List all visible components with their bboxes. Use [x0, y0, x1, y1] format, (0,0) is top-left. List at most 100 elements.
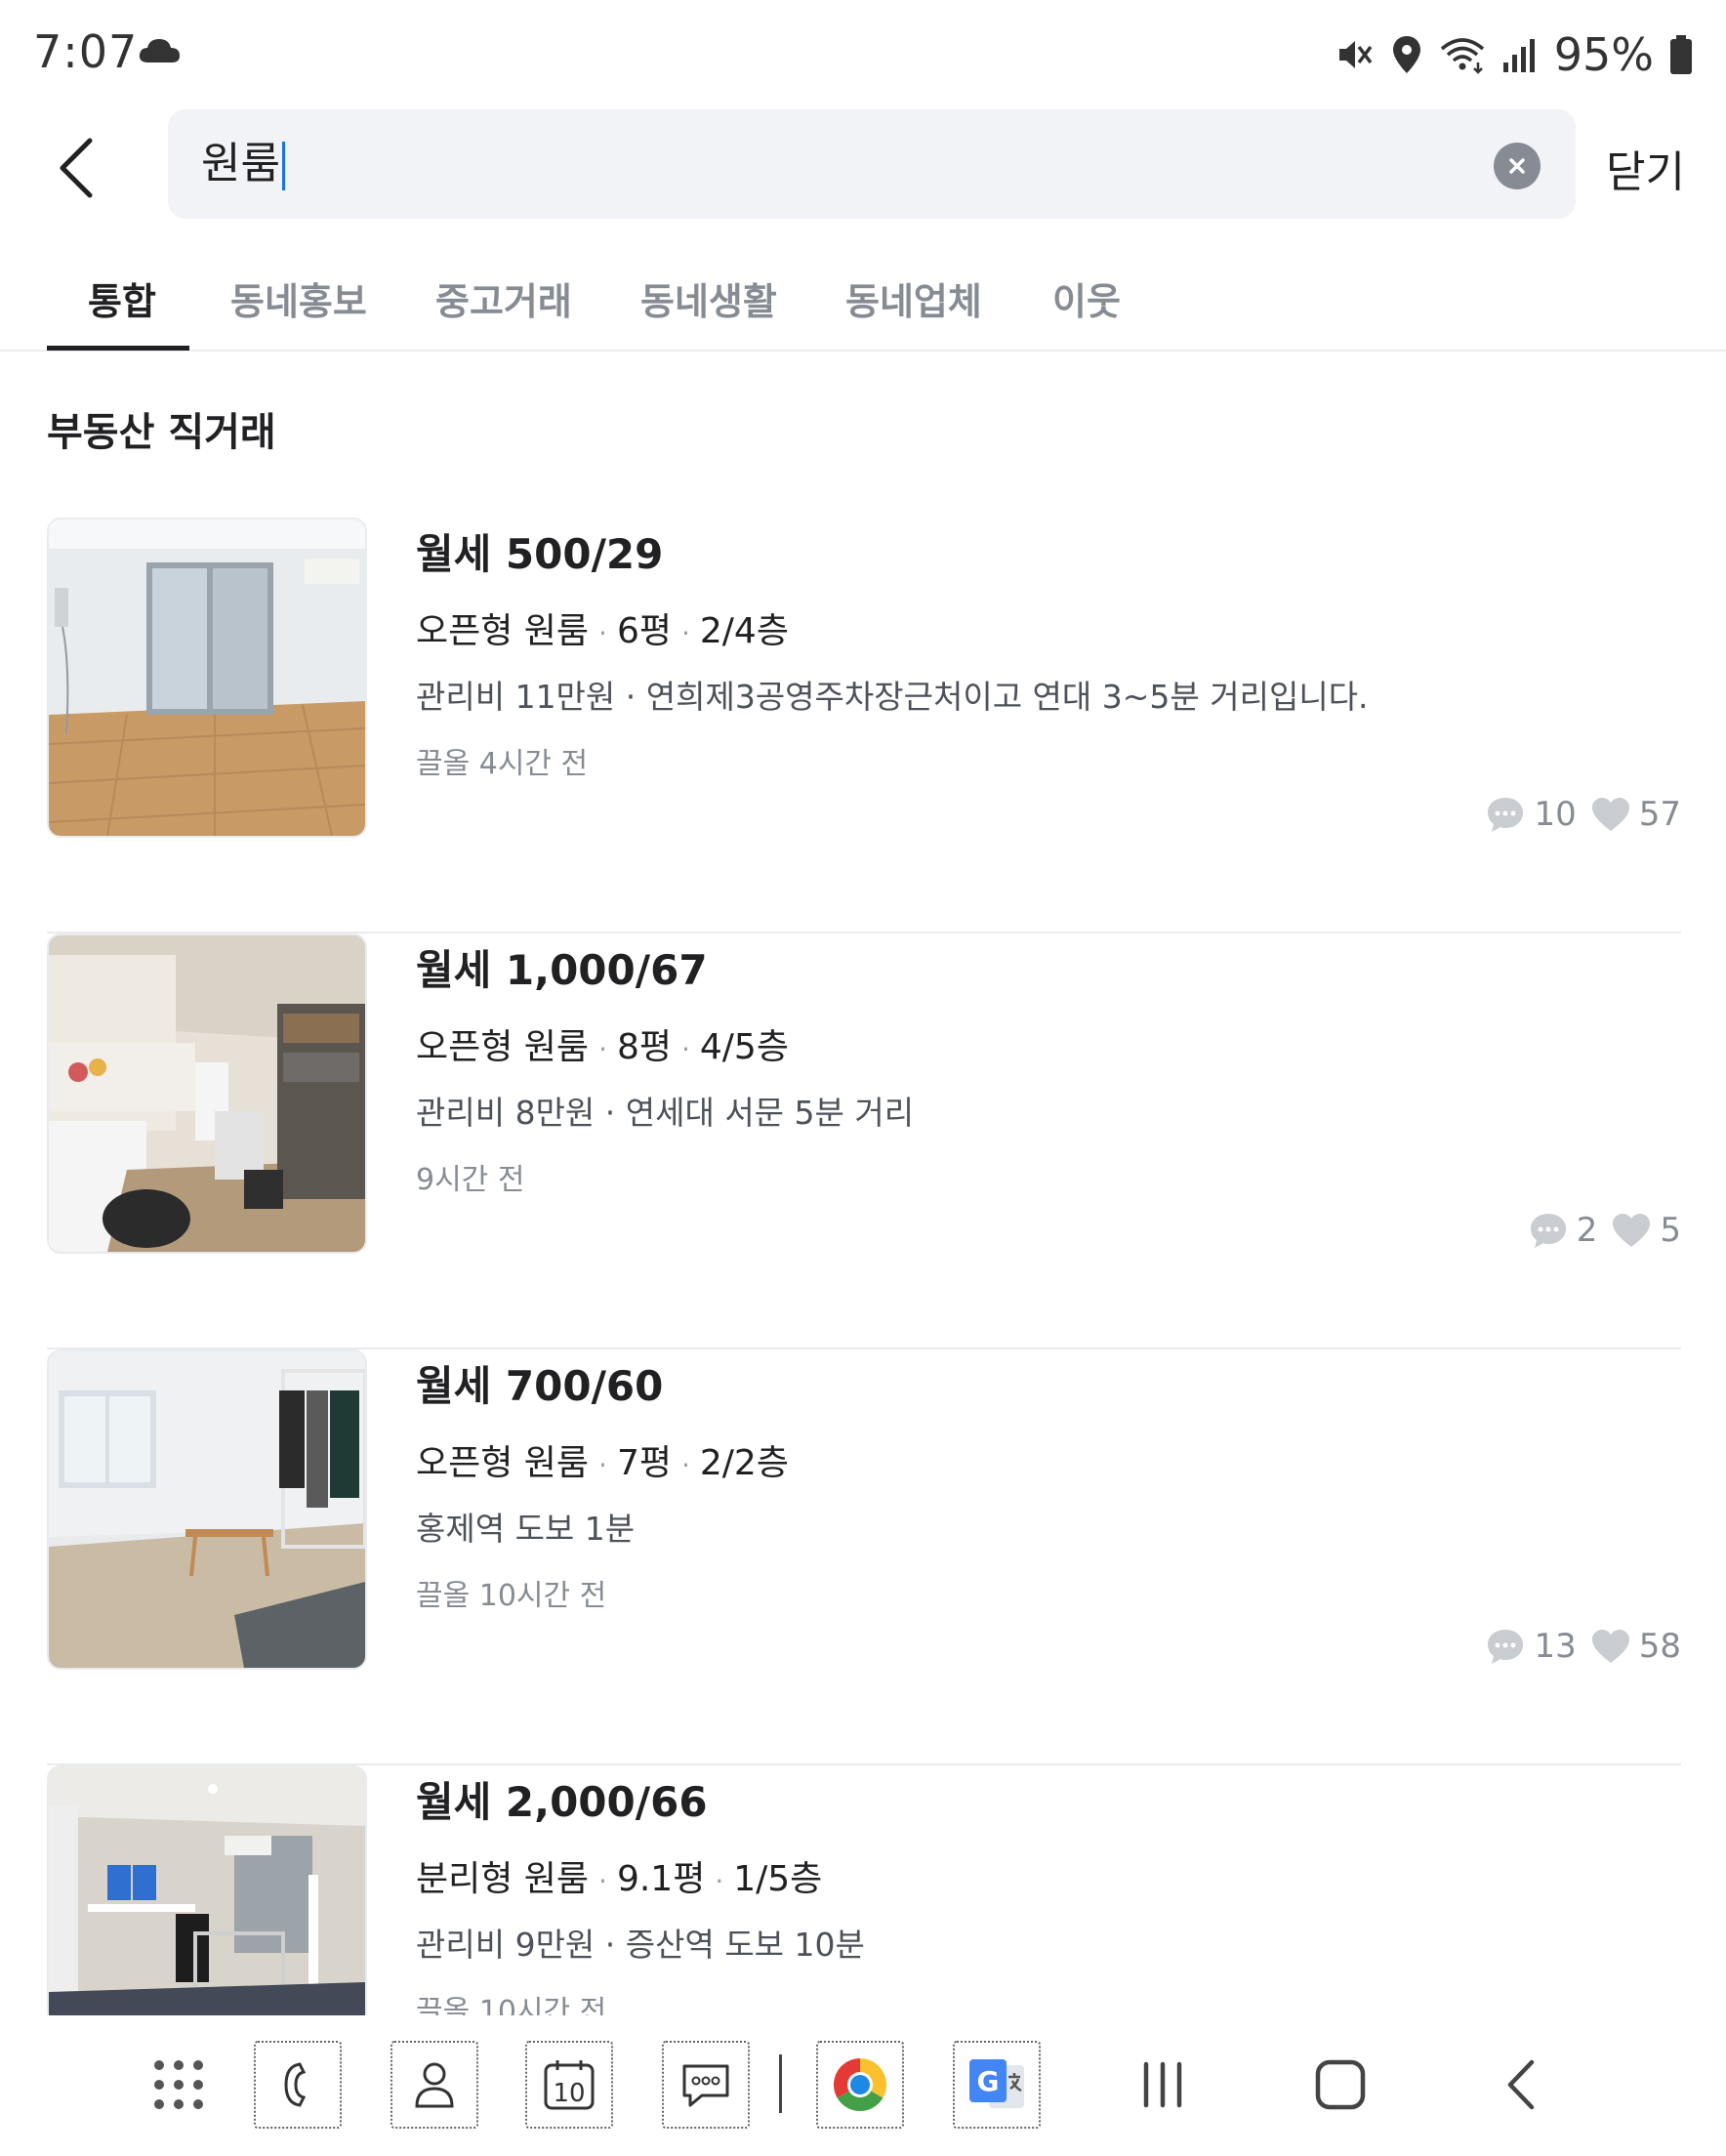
room-floor: 4/5층 — [699, 1027, 789, 1067]
listing-description: 관리비 9만원 · 증산역 도보 10분 — [416, 1926, 865, 1964]
mute-icon — [1338, 41, 1373, 68]
nav-back-button[interactable] — [1476, 2041, 1564, 2129]
chrome-app-button[interactable] — [816, 2041, 904, 2129]
bottom-navigation-bar: 10 G — [0, 2015, 1726, 2156]
listing-time: 끌올 4시간 전 — [416, 747, 589, 781]
room-type: 오픈형 원룸 — [416, 1027, 590, 1067]
contacts-app-button[interactable] — [390, 2041, 478, 2129]
contacts-icon — [415, 2062, 454, 2108]
listing-photo — [47, 1765, 367, 2015]
listing-stats: 10 57 — [1485, 795, 1681, 834]
heart-icon — [1591, 798, 1629, 831]
listing-description: 관리비 11만원 · 연희제3공영주차장근처이고 연대 3~5분 거리입니다. — [416, 678, 1369, 716]
listing-info: 월세 500/29 오픈형 원룸 · 6평 · 2/4층 관리비 11만원 · 연희제3… — [416, 518, 1369, 782]
listing-meta: 오픈형 원룸 · 6평 · 2/4층 — [416, 611, 789, 651]
cloud-icon — [139, 39, 180, 62]
room-size: 8평 — [616, 1027, 672, 1067]
section-title: 부동산 직거래 — [47, 410, 276, 455]
listing-price: 월세 700/60 — [416, 1362, 664, 1410]
messages-icon — [682, 2064, 729, 2107]
like-count: 58 — [1638, 1627, 1681, 1666]
listing-meta: 오픈형 원룸 · 8평 · 4/5층 — [416, 1027, 789, 1067]
listing-meta: 분리형 원룸 · 9.1평 · 1/5층 — [416, 1859, 823, 1899]
search-tabs: 통합 동네홍보 중고거래 동네생활 동네업체 이웃 — [0, 256, 1726, 352]
back-nav-icon — [1507, 2059, 1535, 2110]
listing-item[interactable]: 월세 1,000/67 오픈형 원룸 · 8평 · 4/5층 관리비 8만원 · 연세대… — [47, 933, 1681, 1349]
chevron-left-icon — [60, 138, 93, 198]
room-size: 9.1평 — [616, 1859, 706, 1899]
back-button[interactable] — [47, 129, 105, 207]
listing-info: 월세 2,000/66 분리형 원룸 · 9.1평 · 1/5층 관리비 9만원 · 증… — [416, 1765, 865, 2015]
status-time: 7:07 — [33, 25, 139, 78]
apps-grid-icon — [154, 2060, 203, 2109]
dock-divider — [779, 2054, 782, 2113]
chrome-icon — [833, 2058, 887, 2112]
text-caret — [281, 142, 285, 190]
like-count: 57 — [1638, 795, 1681, 834]
translate-app-button[interactable]: G — [953, 2041, 1041, 2129]
location-icon — [1392, 36, 1420, 73]
heart-icon — [1613, 1214, 1651, 1247]
tab-local-promo[interactable]: 동네홍보 — [230, 271, 367, 325]
search-header: 원룸 닫기 — [0, 107, 1726, 229]
listing-description: 홍제역 도보 1분 — [416, 1510, 636, 1548]
svg-text:G: G — [977, 2065, 1000, 2097]
room-size: 7평 — [616, 1443, 672, 1483]
tab-local-business[interactable]: 동네업체 — [845, 271, 982, 325]
listing-time: 9시간 전 — [416, 1163, 525, 1197]
search-value: 원룸 — [201, 139, 280, 188]
clear-search-button[interactable] — [1494, 143, 1541, 189]
listing-info: 월세 1,000/67 오픈형 원룸 · 8평 · 4/5층 관리비 8만원 · 연세대… — [416, 933, 914, 1198]
tab-all[interactable]: 통합 — [88, 271, 156, 325]
listing-price: 월세 500/29 — [416, 530, 664, 578]
listing-info: 월세 700/60 오픈형 원룸 · 7평 · 2/2층 홍제역 도보 1분 끌올 10… — [416, 1349, 789, 1614]
calendar-app-button[interactable]: 10 — [525, 2041, 613, 2129]
like-count: 5 — [1660, 1211, 1681, 1250]
status-icons: 95% — [1336, 27, 1693, 82]
battery-icon — [1670, 35, 1692, 74]
search-input[interactable]: 원룸 — [201, 109, 285, 219]
phone-app-button[interactable] — [254, 2041, 342, 2129]
tab-local-life[interactable]: 동네생활 — [640, 271, 777, 325]
listing-stats: 2 5 — [1528, 1211, 1681, 1250]
chat-bubble-icon — [1530, 1214, 1566, 1248]
tab-used-trade[interactable]: 중고거래 — [435, 271, 572, 325]
home-button[interactable] — [1296, 2041, 1384, 2129]
wifi-icon — [1440, 38, 1484, 74]
listing-price: 월세 1,000/67 — [416, 946, 708, 994]
room-floor: 2/4층 — [699, 611, 789, 651]
listing-photo — [47, 518, 367, 838]
comment-count: 2 — [1576, 1211, 1598, 1250]
home-icon — [1315, 2059, 1366, 2110]
room-type: 오픈형 원룸 — [416, 1443, 590, 1483]
close-search-button[interactable]: 닫기 — [1606, 137, 1685, 199]
room-type: 오픈형 원룸 — [416, 611, 590, 651]
room-floor: 2/2층 — [699, 1443, 789, 1483]
status-bar: 7:07 95% — [0, 0, 1726, 107]
listing-photo — [47, 1349, 367, 1670]
messages-app-button[interactable] — [662, 2041, 750, 2129]
translate-icon: G — [969, 2059, 1024, 2108]
listing-item[interactable]: 월세 500/29 오픈형 원룸 · 6평 · 2/4층 관리비 11만원 · 연희제3… — [47, 518, 1681, 933]
active-tab-indicator — [47, 346, 189, 351]
app-screen: 7:07 95% 원룸 닫기 통합 동네홍보 중고거래 동네생활 동네업체 이웃… — [0, 0, 1726, 2156]
listing-meta: 오픈형 원룸 · 7평 · 2/2층 — [416, 1443, 789, 1483]
recent-apps-icon — [1143, 2061, 1182, 2108]
signal-icon — [1502, 39, 1535, 72]
battery-percent: 95% — [1553, 28, 1654, 81]
listing-item[interactable]: 월세 2,000/66 분리형 원룸 · 9.1평 · 1/5층 관리비 9만원 · 증… — [47, 1765, 1681, 2015]
listing-time: 끌올 10시간 전 — [416, 1995, 607, 2015]
room-type: 분리형 원룸 — [416, 1859, 590, 1899]
room-floor: 1/5층 — [733, 1859, 823, 1899]
recent-apps-button[interactable] — [1119, 2041, 1207, 2129]
calendar-day: 10 — [553, 2079, 585, 2108]
apps-grid-button[interactable] — [135, 2041, 223, 2129]
comment-count: 13 — [1534, 1627, 1577, 1666]
room-size: 6평 — [616, 611, 672, 651]
tab-neighbors[interactable]: 이웃 — [1052, 271, 1121, 325]
search-box[interactable]: 원룸 — [168, 109, 1576, 219]
heart-icon — [1591, 1630, 1629, 1663]
close-icon — [1509, 158, 1525, 174]
listing-item[interactable]: 월세 700/60 오픈형 원룸 · 7평 · 2/2층 홍제역 도보 1분 끌올 10… — [47, 1349, 1681, 1765]
comment-count: 10 — [1534, 795, 1577, 834]
